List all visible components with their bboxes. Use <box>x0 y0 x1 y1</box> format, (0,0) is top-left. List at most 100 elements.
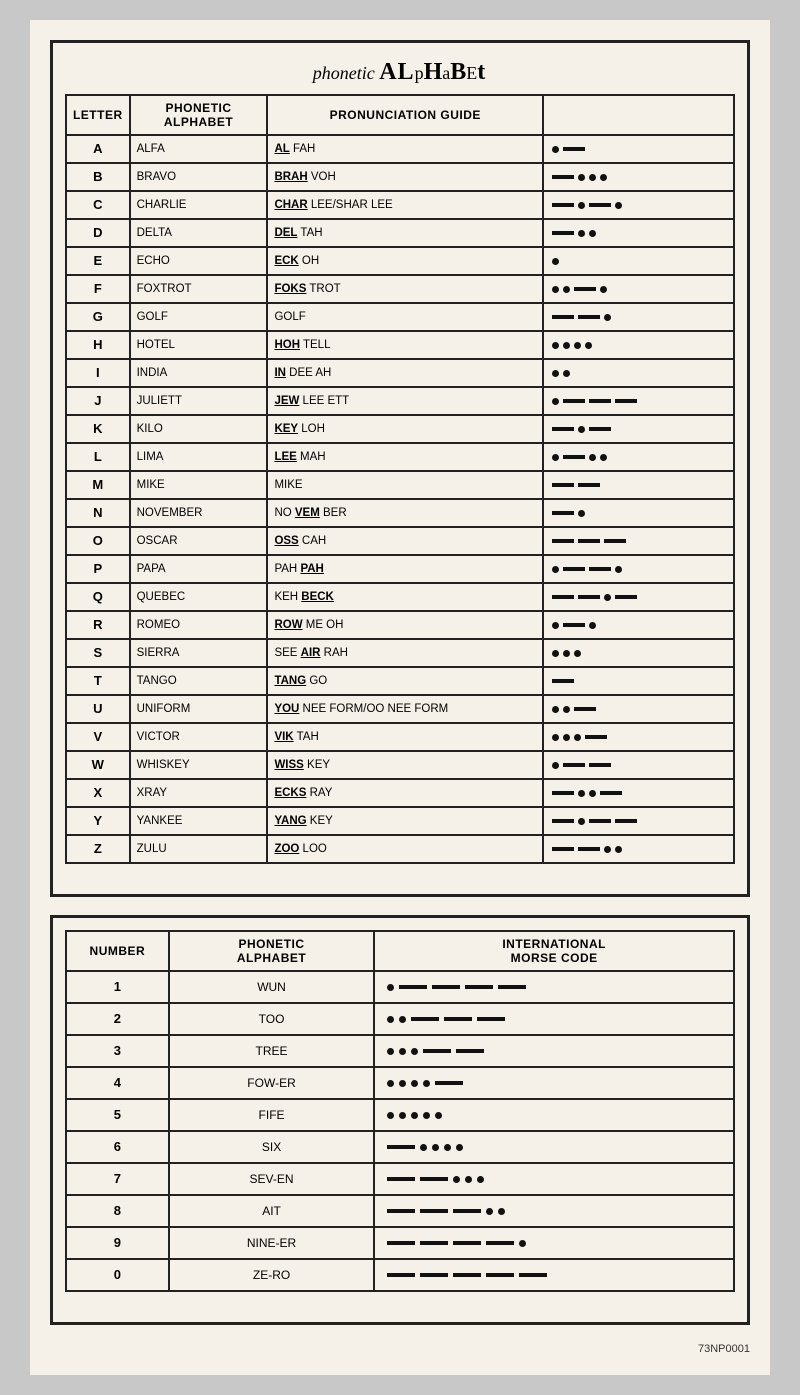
phonetic-cell: DELTA <box>130 219 268 247</box>
phonetic-cell: INDIA <box>130 359 268 387</box>
morse-cell <box>543 807 734 835</box>
phonetic-cell: LIMA <box>130 443 268 471</box>
pronunciation-cell: OSS CAH <box>267 527 543 555</box>
table-row: CCHARLIECHAR LEE/SHAR LEE <box>66 191 734 219</box>
num-morse-cell <box>374 1035 734 1067</box>
morse-cell <box>543 247 734 275</box>
morse-cell <box>543 303 734 331</box>
morse-cell <box>543 527 734 555</box>
table-row: OOSCAROSS CAH <box>66 527 734 555</box>
num-phonetic-cell: WUN <box>169 971 375 1003</box>
pronunciation-cell: YANG KEY <box>267 807 543 835</box>
table-row: 4FOW-ER <box>66 1067 734 1099</box>
letter-cell: L <box>66 443 130 471</box>
morse-cell <box>543 835 734 863</box>
table-row: 7SEV-EN <box>66 1163 734 1195</box>
letter-cell: Z <box>66 835 130 863</box>
morse-cell <box>543 191 734 219</box>
morse-cell <box>543 555 734 583</box>
number-table: NUMBER PHONETICALPHABET INTERNATIONALMOR… <box>65 930 735 1292</box>
pronunciation-cell: PAH PAH <box>267 555 543 583</box>
number-cell: 7 <box>66 1163 169 1195</box>
table-row: RROMEOROW ME OH <box>66 611 734 639</box>
pronunciation-cell: DEL TAH <box>267 219 543 247</box>
col-header-num-morse: INTERNATIONALMORSE CODE <box>374 931 734 971</box>
letter-cell: G <box>66 303 130 331</box>
morse-cell <box>543 163 734 191</box>
number-cell: 3 <box>66 1035 169 1067</box>
morse-cell <box>543 471 734 499</box>
table-row: MMIKEMIKE <box>66 471 734 499</box>
morse-cell <box>543 723 734 751</box>
letter-cell: F <box>66 275 130 303</box>
letter-cell: M <box>66 471 130 499</box>
letter-cell: O <box>66 527 130 555</box>
table-row: 3TREE <box>66 1035 734 1067</box>
page-title: phonetic ALpHaBEt <box>65 55 735 94</box>
morse-cell <box>543 611 734 639</box>
table-row: GGOLFGOLF <box>66 303 734 331</box>
num-morse-cell <box>374 1227 734 1259</box>
table-row: KKILOKEY LOH <box>66 415 734 443</box>
num-phonetic-cell: SEV-EN <box>169 1163 375 1195</box>
pronunciation-cell: MIKE <box>267 471 543 499</box>
phonetic-cell: UNIFORM <box>130 695 268 723</box>
morse-cell <box>543 667 734 695</box>
table-row: IINDIAIN DEE AH <box>66 359 734 387</box>
table-row: UUNIFORMYOU NEE FORM/OO NEE FORM <box>66 695 734 723</box>
phonetic-cell: GOLF <box>130 303 268 331</box>
morse-cell <box>543 583 734 611</box>
document-number: 73NP0001 <box>50 1343 750 1355</box>
letter-cell: T <box>66 667 130 695</box>
table-row: NNOVEMBERNO VEM BER <box>66 499 734 527</box>
letter-cell: C <box>66 191 130 219</box>
pronunciation-cell: LEE MAH <box>267 443 543 471</box>
morse-cell <box>543 359 734 387</box>
pronunciation-cell: CHAR LEE/SHAR LEE <box>267 191 543 219</box>
phonetic-cell: ECHO <box>130 247 268 275</box>
table-row: EECHOECK OH <box>66 247 734 275</box>
pronunciation-cell: TANG GO <box>267 667 543 695</box>
letter-cell: Y <box>66 807 130 835</box>
phonetic-cell: PAPA <box>130 555 268 583</box>
letter-cell: H <box>66 331 130 359</box>
table-row: 6SIX <box>66 1131 734 1163</box>
num-phonetic-cell: TOO <box>169 1003 375 1035</box>
morse-cell <box>543 751 734 779</box>
number-cell: 2 <box>66 1003 169 1035</box>
morse-cell <box>543 779 734 807</box>
pronunciation-cell: WISS KEY <box>267 751 543 779</box>
phonetic-cell: XRAY <box>130 779 268 807</box>
phonetic-cell: OSCAR <box>130 527 268 555</box>
num-morse-cell <box>374 1131 734 1163</box>
phonetic-cell: ZULU <box>130 835 268 863</box>
pronunciation-cell: ZOO LOO <box>267 835 543 863</box>
morse-cell <box>543 415 734 443</box>
table-row: DDELTADEL TAH <box>66 219 734 247</box>
alpha-section: phonetic ALpHaBEt LETTER PHONETICALPHABE… <box>50 40 750 897</box>
phonetic-cell: WHISKEY <box>130 751 268 779</box>
number-cell: 1 <box>66 971 169 1003</box>
pronunciation-cell: BRAH VOH <box>267 163 543 191</box>
letter-cell: X <box>66 779 130 807</box>
letter-cell: Q <box>66 583 130 611</box>
letter-cell: P <box>66 555 130 583</box>
num-morse-cell <box>374 1067 734 1099</box>
num-phonetic-cell: SIX <box>169 1131 375 1163</box>
pronunciation-cell: YOU NEE FORM/OO NEE FORM <box>267 695 543 723</box>
letter-cell: A <box>66 135 130 163</box>
num-morse-cell <box>374 1195 734 1227</box>
morse-cell <box>543 275 734 303</box>
number-section: NUMBER PHONETICALPHABET INTERNATIONALMOR… <box>50 915 750 1325</box>
pronunciation-cell: ROW ME OH <box>267 611 543 639</box>
table-row: 2TOO <box>66 1003 734 1035</box>
alpha-table: LETTER PHONETICALPHABET PRONUNCIATION GU… <box>65 94 735 864</box>
table-row: QQUEBECKEH BECK <box>66 583 734 611</box>
pronunciation-cell: FOKS TROT <box>267 275 543 303</box>
morse-cell <box>543 499 734 527</box>
table-row: LLIMALEE MAH <box>66 443 734 471</box>
table-row: FFOXTROTFOKS TROT <box>66 275 734 303</box>
table-row: JJULIETTJEW LEE ETT <box>66 387 734 415</box>
col-header-pronunciation: PRONUNCIATION GUIDE <box>267 95 543 135</box>
table-row: XXRAYECKS RAY <box>66 779 734 807</box>
